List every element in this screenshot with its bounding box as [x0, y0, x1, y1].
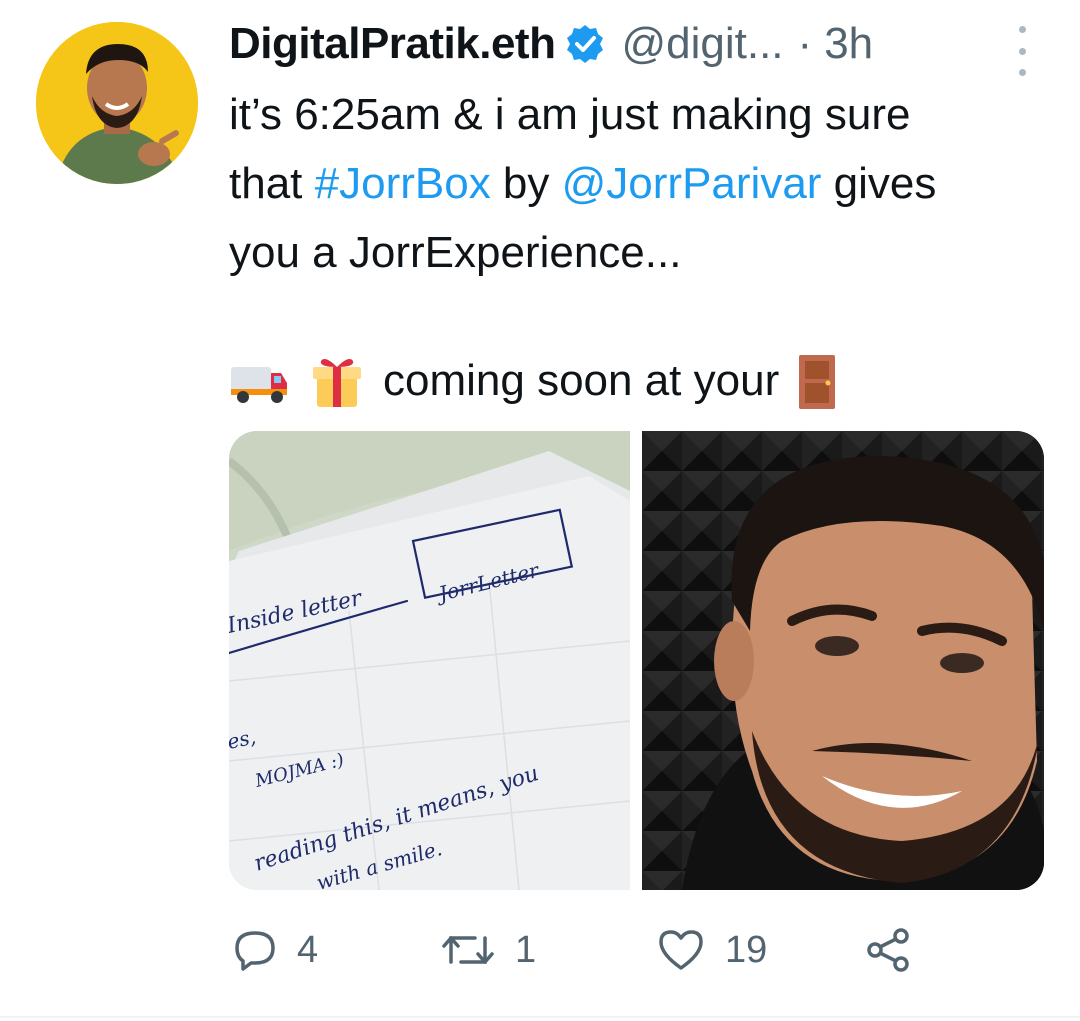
reply-button[interactable]: 4 [233, 920, 318, 980]
share-icon [867, 928, 909, 972]
tweet-media[interactable]: Inside letter JorrLetter es, MOJMA :) re… [229, 431, 1044, 890]
more-options-icon[interactable] [1012, 26, 1032, 76]
share-button[interactable] [863, 920, 913, 980]
tweet-text: it’s 6:25am & i am just making sure that… [229, 80, 1059, 287]
reply-count: 4 [297, 928, 319, 971]
tweet-text-line: that #JorrBox by @JorrParivar gives [229, 149, 1059, 218]
like-button[interactable]: 19 [657, 920, 767, 980]
divider [0, 1016, 1080, 1018]
tweet-text-line: you a JorrExperience... [229, 228, 682, 277]
text-segment: that [229, 159, 315, 208]
door-emoji-icon [795, 353, 839, 409]
tweet-actions: 4 1 19 [229, 920, 1029, 980]
retweet-icon [442, 936, 494, 964]
avatar[interactable] [36, 22, 198, 184]
like-count: 19 [725, 928, 768, 971]
author-name[interactable]: DigitalPratik.eth [229, 19, 556, 69]
tweet-text-segment: coming soon at your [383, 356, 780, 405]
author-handle[interactable]: @digit... [621, 19, 783, 69]
separator-dot: · [797, 19, 813, 68]
mention-link[interactable]: @JorrParivar [562, 159, 822, 208]
hashtag-link[interactable]: #JorrBox [315, 159, 491, 208]
retweet-count: 1 [515, 928, 537, 971]
tweet-timestamp[interactable]: 3h [824, 19, 873, 69]
media-divider [630, 431, 642, 890]
verified-badge-icon [563, 22, 607, 66]
heart-icon [659, 930, 703, 970]
reply-icon [235, 931, 275, 971]
tweet-header: DigitalPratik.eth @digit... · 3h [229, 14, 1049, 74]
retweet-button[interactable]: 1 [441, 920, 536, 980]
gift-emoji-icon [307, 353, 367, 409]
tweet-text-line: coming soon at your [229, 350, 839, 412]
tweet-text-line: it’s 6:25am & i am just making sure [229, 90, 911, 139]
text-segment: by [490, 159, 562, 208]
media-image-left[interactable]: Inside letter JorrLetter es, MOJMA :) re… [229, 431, 631, 890]
text-segment: gives [821, 159, 937, 208]
media-image-right[interactable] [642, 431, 1044, 890]
truck-emoji-icon [229, 353, 289, 409]
